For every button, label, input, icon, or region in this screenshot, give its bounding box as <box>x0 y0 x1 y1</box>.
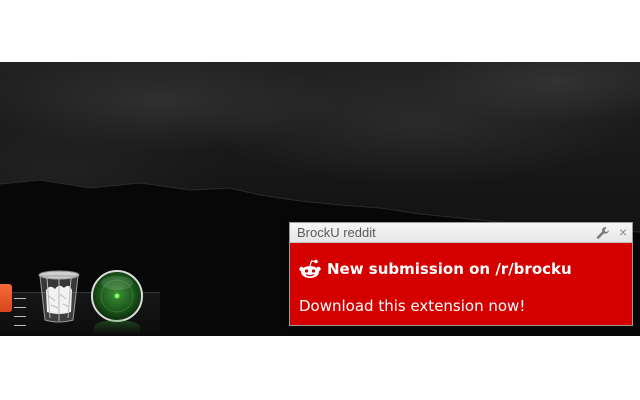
wrench-icon[interactable] <box>596 226 610 240</box>
radar-icon[interactable] <box>90 269 144 323</box>
notification-heading: New submission on /r/brocku <box>327 260 572 278</box>
close-icon[interactable]: × <box>619 224 627 240</box>
notification-popup[interactable]: BrockU reddit × New submission on /r/bro… <box>289 222 633 326</box>
trash-icon[interactable] <box>36 268 82 324</box>
screenshot-frame: math.mcukr.net 2007 BrockU reddit × New … <box>0 0 640 400</box>
notification-titlebar: BrockU reddit × <box>290 223 632 243</box>
radar-reflection <box>94 320 140 334</box>
dock-separator-lines <box>14 298 28 334</box>
reddit-alien-icon <box>299 259 321 278</box>
notification-title: BrockU reddit <box>297 225 376 240</box>
download-extension-link[interactable]: Download this extension now! <box>299 297 525 315</box>
notification-body: New submission on /r/brocku Download thi… <box>290 243 632 327</box>
folder-icon[interactable] <box>0 284 12 312</box>
